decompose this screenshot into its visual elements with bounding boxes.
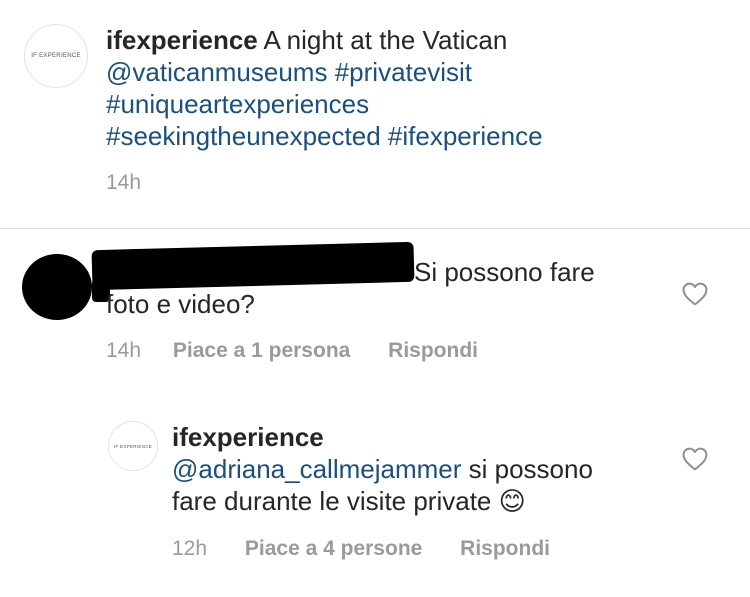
caption-line-4: #seekingtheunexpected #ifexperience (106, 120, 726, 152)
comment-line-1: Si possono fare (106, 256, 666, 288)
smile-emoji-icon: 😊 (498, 487, 526, 517)
divider (0, 228, 750, 229)
reply-avatar-text: IF EXPERIENCE (113, 443, 153, 449)
post-text: A night at the Vatican (263, 25, 508, 55)
reply-line-1: ifexperience (172, 421, 672, 453)
reply-meta: 12h Piace a 4 persone Rispondi (172, 537, 550, 561)
caption-line-1: ifexperience A night at the Vatican (106, 24, 726, 56)
comment-meta: 14h Piace a 1 persona Rispondi (106, 339, 478, 363)
mention-link[interactable]: @vaticanmuseums (106, 57, 327, 87)
hashtag-link[interactable]: #uniqueartexperiences (106, 89, 369, 119)
comment-likes-link[interactable]: Piace a 1 persona (173, 339, 350, 362)
reply-mention-link[interactable]: @adriana_callmejammer (172, 454, 461, 484)
hashtag-link[interactable]: #ifexperience (388, 121, 543, 151)
post-time: 14h (106, 171, 142, 194)
reply-time: 12h (172, 537, 208, 560)
hashtag-link[interactable]: #seekingtheunexpected (106, 121, 381, 151)
reply-line-3: fare durante le visite private 😊 (172, 485, 672, 518)
post-caption: ifexperience A night at the Vatican @vat… (106, 24, 726, 152)
reply-avatar[interactable]: IF EXPERIENCE (108, 421, 158, 471)
post-avatar[interactable]: IF EXPERIENCE (24, 24, 88, 88)
reply-likes-link[interactable]: Piace a 4 persone (245, 537, 422, 560)
post-username[interactable]: ifexperience (106, 25, 258, 55)
comment-text: Si possono fare (414, 257, 595, 287)
comment-line-2: foto e video? (106, 288, 666, 320)
heart-icon[interactable] (681, 447, 709, 471)
caption-line-2: @vaticanmuseums #privatevisit (106, 56, 726, 88)
reply-body: ifexperience @adriana_callmejammer si po… (172, 421, 672, 518)
redacted-avatar (22, 254, 92, 320)
reply-username[interactable]: ifexperience (172, 422, 324, 452)
post-avatar-text: IF EXPERIENCE (31, 53, 81, 59)
comment-text: foto e video? (106, 289, 255, 319)
caption-line-3: #uniqueartexperiences (106, 88, 726, 120)
comment-time: 14h (106, 339, 142, 362)
hashtag-link[interactable]: #privatevisit (335, 57, 472, 87)
reply-reply-button[interactable]: Rispondi (460, 537, 550, 560)
reply-line-2: @adriana_callmejammer si possono (172, 453, 672, 485)
comment-reply-button[interactable]: Rispondi (388, 339, 478, 362)
comment-body: Si possono fare foto e video? (106, 256, 666, 320)
heart-icon[interactable] (681, 282, 709, 306)
reply-text: fare durante le visite private (172, 486, 492, 516)
reply-text: si possono (468, 454, 593, 484)
